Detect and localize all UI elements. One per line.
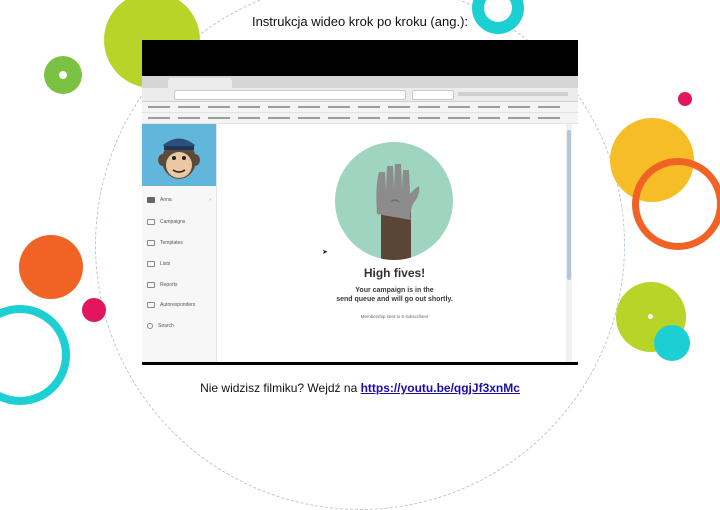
caption-text: Nie widzisz filmiku? Wejdź na xyxy=(200,381,361,395)
green-dot-center xyxy=(59,71,67,79)
browser-tab[interactable] xyxy=(168,78,232,88)
toolbar-extensions xyxy=(458,92,568,96)
account-icon xyxy=(147,197,155,203)
web-page: Anna › Campaigns Templates Lists Reports… xyxy=(142,124,578,362)
search-icon xyxy=(147,323,153,329)
browser-search-field[interactable] xyxy=(412,90,454,100)
sidebar-item-reports[interactable]: Reports xyxy=(142,275,216,295)
lists-icon xyxy=(147,261,155,267)
browser-tab-strip xyxy=(142,76,578,88)
magenta-dot-decoration xyxy=(678,92,692,106)
sidebar-item-label: Search xyxy=(158,323,174,329)
browser-address-bar xyxy=(142,88,578,102)
monkey-mascot-icon xyxy=(158,138,200,179)
main-content xyxy=(217,124,572,362)
success-message: Your campaign is in the send queue and w… xyxy=(217,286,572,304)
url-field[interactable] xyxy=(174,90,406,100)
sidebar-item-autoresponders[interactable]: Autoresponders xyxy=(142,295,216,315)
bookmarks-bar xyxy=(142,102,578,113)
reports-icon xyxy=(147,282,155,288)
success-message-line: send queue and will go out shortly. xyxy=(336,296,453,303)
raised-hand-icon xyxy=(376,164,420,260)
orange-ring-right-decoration xyxy=(632,158,720,250)
slide-caption: Nie widzisz filmiku? Wejdź na https://yo… xyxy=(0,381,720,395)
sidebar-item-templates[interactable]: Templates xyxy=(142,233,216,253)
orange-circle-left-decoration xyxy=(19,235,83,299)
mouse-cursor-icon: ➤ xyxy=(322,249,328,256)
lime-circle-right-center xyxy=(648,314,653,319)
sidebar-item-campaigns[interactable]: Campaigns xyxy=(142,212,216,232)
bookmarks-bar-secondary xyxy=(142,113,578,124)
sidebar-item-label: Reports xyxy=(160,282,178,288)
monkey-avatar xyxy=(142,124,216,186)
page-scrollbar[interactable] xyxy=(566,124,572,362)
chevron-right-icon: › xyxy=(209,197,211,203)
magenta-dot-left-decoration xyxy=(82,298,106,322)
sidebar-item-label: Autoresponders xyxy=(160,302,196,308)
success-message-line: Your campaign is in the xyxy=(355,287,434,294)
autoresponders-icon xyxy=(147,302,155,308)
sidebar-item-lists[interactable]: Lists xyxy=(142,254,216,274)
cyan-dot-right-decoration xyxy=(654,325,690,361)
app-sidebar: Anna › Campaigns Templates Lists Reports… xyxy=(142,124,217,362)
membership-note: Membership sent to 6 subscribers xyxy=(360,314,429,319)
sidebar-item-search[interactable]: Search xyxy=(142,316,216,336)
campaigns-icon xyxy=(147,219,155,225)
sidebar-item-label: Lists xyxy=(160,261,171,267)
video-frame[interactable]: Anna › Campaigns Templates Lists Reports… xyxy=(142,40,578,365)
youtube-link[interactable]: https://youtu.be/qgjJf3xnMc xyxy=(361,381,520,395)
sidebar-item-account[interactable]: Anna › xyxy=(142,190,216,210)
slide-title: Instrukcja wideo krok po kroku (ang.): xyxy=(251,14,469,29)
high-five-illustration xyxy=(335,142,453,260)
browser-window: Anna › Campaigns Templates Lists Reports… xyxy=(142,76,578,362)
sidebar-item-label: Campaigns xyxy=(160,219,186,225)
sidebar-item-label: Anna xyxy=(160,197,172,203)
sidebar-item-label: Templates xyxy=(160,240,183,246)
templates-icon xyxy=(147,240,155,246)
success-headline: High fives! xyxy=(363,266,426,280)
